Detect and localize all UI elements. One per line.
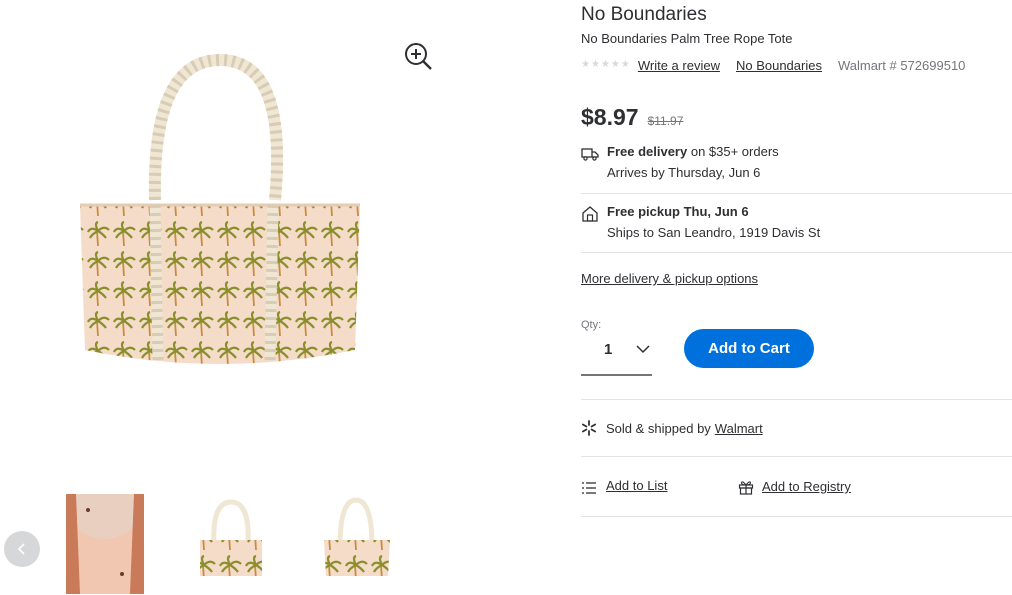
- delivery-condition: on $35+ orders: [690, 144, 779, 159]
- thumbnail-angle[interactable]: [318, 494, 396, 594]
- star-icon: ★: [600, 59, 610, 70]
- seller-link[interactable]: Walmart: [715, 421, 763, 436]
- delivery-line: Free delivery on $35+ orders: [607, 144, 779, 159]
- brand-name: No Boundaries: [581, 4, 707, 25]
- delivery-eta: Arrives by Thursday, Jun 6: [607, 165, 761, 180]
- chevron-left-icon: [17, 543, 25, 555]
- add-to-registry-link[interactable]: Add to Registry: [762, 479, 851, 494]
- pickup-location: Ships to San Leandro, 1919 Davis St: [607, 225, 821, 240]
- delivery-option: Free delivery on $35+ orders Arrives by …: [581, 144, 1012, 184]
- seller-row: Sold & shipped by Walmart: [581, 420, 763, 436]
- quantity-label: Qty:: [581, 319, 602, 331]
- gift-icon: [738, 481, 754, 495]
- seller-prefix: Sold & shipped by: [606, 420, 711, 436]
- quantity-select[interactable]: 1: [581, 334, 652, 376]
- divider: [581, 193, 1012, 194]
- was-price: $11.97: [647, 114, 684, 128]
- star-icon: ★: [610, 59, 620, 70]
- pickup-title: Free pickup Thu, Jun 6: [607, 204, 749, 219]
- thumbnail-front[interactable]: [192, 494, 270, 594]
- main-product-image[interactable]: [60, 40, 380, 390]
- add-to-list-link[interactable]: Add to List: [606, 478, 667, 493]
- star-icon: ★: [581, 59, 590, 70]
- divider: [581, 456, 1012, 457]
- tote-bag-image: [80, 53, 360, 364]
- brand-link[interactable]: No Boundaries: [736, 58, 822, 73]
- divider: [581, 399, 1012, 400]
- quantity-value: 1: [604, 341, 613, 358]
- more-delivery-options-link[interactable]: More delivery & pickup options: [581, 271, 758, 286]
- product-title: No Boundaries Palm Tree Rope Tote: [581, 31, 793, 46]
- divider: [581, 516, 1012, 517]
- zoom-in-icon[interactable]: [402, 40, 434, 72]
- add-to-cart-button[interactable]: Add to Cart: [684, 329, 814, 368]
- star-icon: ★: [620, 59, 630, 70]
- star-icon: ★: [590, 59, 600, 70]
- current-price: $8.97: [581, 104, 639, 130]
- product-meta-row: ★ ★ ★ ★ ★ Write a review No Boundaries W…: [581, 56, 1012, 74]
- item-number: Walmart # 572699510: [837, 57, 966, 73]
- write-review-link[interactable]: Write a review: [638, 58, 720, 73]
- price-row: $8.97 $11.97: [581, 104, 683, 131]
- store-icon: [582, 206, 598, 222]
- rating-stars: ★ ★ ★ ★ ★: [581, 60, 630, 70]
- list-icon: [582, 482, 596, 494]
- truck-icon: [581, 148, 599, 161]
- pickup-option: Free pickup Thu, Jun 6 Ships to San Lean…: [581, 204, 1012, 244]
- walmart-spark-icon: [582, 420, 596, 436]
- chevron-down-icon: [636, 345, 650, 354]
- divider: [581, 252, 1012, 253]
- thumbnail-interior[interactable]: [66, 494, 144, 594]
- delivery-title: Free delivery: [607, 144, 688, 159]
- previous-image-button[interactable]: [4, 531, 40, 567]
